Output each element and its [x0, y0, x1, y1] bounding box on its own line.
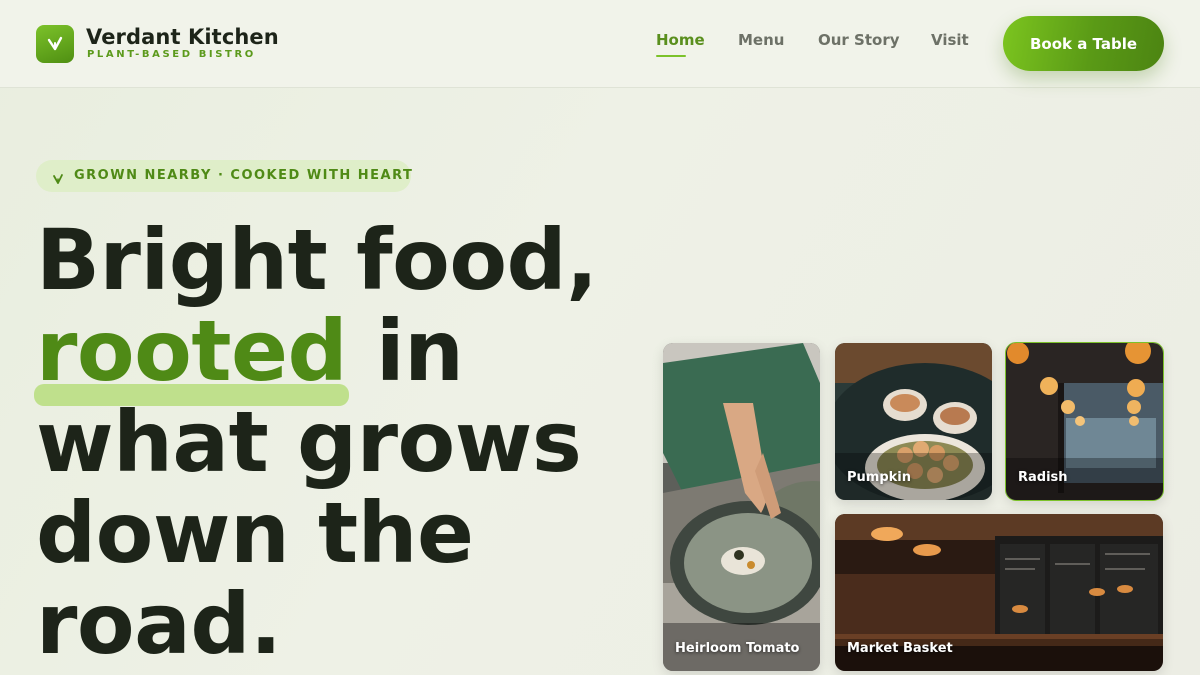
leaf-icon[interactable]	[36, 25, 74, 63]
headline-line-2: rooted in	[34, 306, 598, 406]
tile-label: Pumpkin	[847, 470, 911, 485]
headline-highlight: rooted	[34, 302, 350, 406]
gallery-tile-market-basket[interactable]: Market Basket	[835, 514, 1163, 671]
headline-line-1: Bright food,	[36, 211, 598, 309]
nav-menu[interactable]: Menu	[738, 31, 784, 49]
nav-visit[interactable]: Visit	[931, 31, 969, 49]
heirloom-tomato-photo	[663, 343, 820, 671]
tile-label: Radish	[1018, 470, 1068, 485]
hero-headline: Bright food, rooted in what grows down t…	[34, 211, 598, 673]
headline-line-3: what grows	[36, 393, 582, 491]
gallery-tile-heirloom-tomato[interactable]: Heirloom Tomato	[663, 343, 820, 671]
book-table-button[interactable]: Book a Table	[1003, 16, 1164, 71]
headline-line-4: down the	[36, 484, 474, 582]
eyebrow-badge: GROWN NEARBY · COOKED WITH HEART	[36, 160, 414, 192]
tile-label: Heirloom Tomato	[675, 641, 800, 656]
brand-tagline: PLANT-BASED BISTRO	[87, 49, 256, 60]
headline-line-2-rest: in	[347, 302, 464, 400]
site-header: Verdant Kitchen PLANT-BASED BISTRO Home …	[0, 0, 1200, 88]
gallery-tile-pumpkin[interactable]: Pumpkin	[835, 343, 992, 500]
eyebrow-text: GROWN NEARBY · COOKED WITH HEART	[74, 168, 414, 183]
nav-home[interactable]: Home	[656, 31, 705, 49]
nav-our-story[interactable]: Our Story	[818, 31, 900, 49]
brand-name[interactable]: Verdant Kitchen	[86, 25, 279, 49]
headline-line-5: road.	[36, 575, 282, 673]
sprout-icon	[52, 170, 64, 189]
tile-label: Market Basket	[847, 641, 953, 656]
highlight-word: rooted	[36, 302, 348, 400]
nav-active-indicator	[656, 55, 686, 57]
gallery-tile-radish[interactable]: Radish	[1005, 342, 1164, 501]
